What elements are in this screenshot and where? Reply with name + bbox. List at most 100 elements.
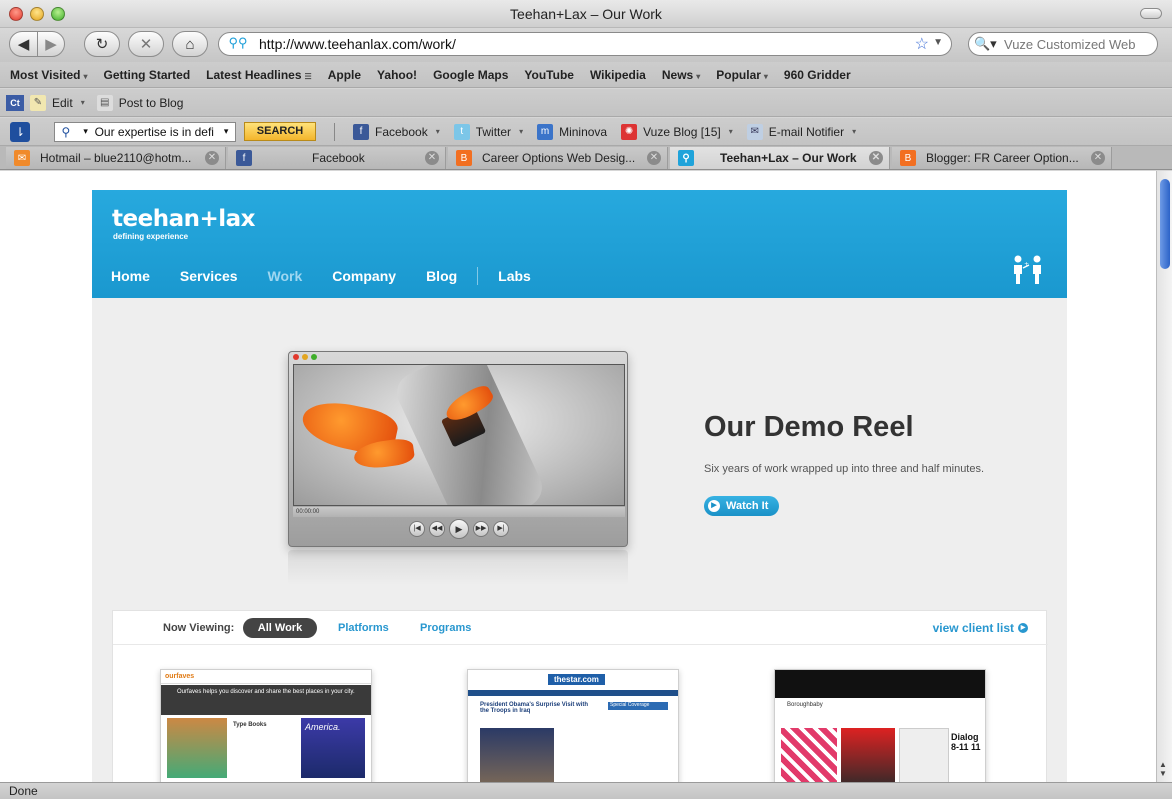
close-tab-icon[interactable]: ✕ [869,151,883,165]
vertical-scrollbar[interactable]: ▲ ▼ [1156,171,1172,782]
twitter-icon: t [453,123,470,140]
bookmark-getting-started[interactable]: Getting Started [103,68,190,82]
vuze-search-button[interactable]: SEARCH [244,122,316,141]
search-engine-dropdown-icon[interactable]: ▾ [77,126,95,137]
filter-platforms[interactable]: Platforms [338,622,389,634]
work-panel: Now Viewing: All Work Platforms Programs… [112,610,1048,782]
toolbar-mininova-button[interactable]: m Mininova [537,123,607,140]
home-button[interactable]: ⌂ [172,31,208,57]
back-button[interactable]: ◀ [9,31,38,57]
video-frame[interactable] [293,364,625,506]
tab-bar: ✉ Hotmail – blue2110@hotm... ✕ f Faceboo… [0,146,1172,314]
skip-forward-icon[interactable]: ▶| [493,521,509,537]
bookmark-yahoo[interactable]: Yahoo! [377,68,417,82]
search-placeholder[interactable]: Vuze Customized Web [1004,37,1136,52]
thumb-masthead: thestar.com [468,670,678,690]
vuze-search-value[interactable]: Our expertise is in defi [95,125,218,139]
close-tab-icon[interactable]: ✕ [1091,151,1105,165]
vuze-logo-icon[interactable]: ⇂ [10,121,30,142]
toolbar-facebook-button[interactable]: f Facebook ▾ [353,123,440,140]
bookmark-star-icon[interactable]: ☆ [915,34,929,54]
stop-button[interactable]: ✕ [128,31,164,57]
reload-icon: ↻ [95,36,109,53]
search-history-dropdown-icon[interactable]: ▾ [217,126,235,137]
work-thumbnail-boroughbaby[interactable]: Boroughbaby Dialog 8-11 11 [774,669,986,782]
toolbar-toggle-button[interactable] [1140,8,1162,19]
scroll-arrows-icon[interactable]: ▲ ▼ [1159,760,1167,778]
play-circle-icon: ▶ [708,500,720,512]
ct-icon[interactable]: Ct [6,94,24,111]
dropdown-icon: ▾ [519,127,524,136]
bookmark-960-gridder[interactable]: 960 Gridder [784,68,851,82]
toolbar-email-notifier-button[interactable]: ✉ E-mail Notifier ▾ [746,123,856,140]
toolbar-item-label: Facebook [375,124,428,139]
work-thumbnail-ourfaves[interactable]: ourfaves Ourfaves helps you discover and… [160,669,372,782]
site-logo[interactable]: teehan+lax [112,206,255,232]
toolbar-vuze-blog-button[interactable]: ✺ Vuze Blog [15] ▾ [621,123,733,140]
bookmark-apple[interactable]: Apple [328,68,361,82]
thumb-header [775,670,985,698]
bookmark-most-visited[interactable]: Most Visited ▾ [10,68,87,82]
toolbar-item-label: Vuze Blog [15] [643,124,721,139]
tab-teehanlax[interactable]: ⚲ Teehan+Lax – Our Work ✕ [670,147,890,169]
nav-home[interactable]: Home [111,268,150,284]
reload-button[interactable]: ↻ [84,31,120,57]
thumb-photo [480,728,554,782]
tab-career-options[interactable]: B Career Options Web Desig... ✕ [448,147,668,169]
fast-forward-icon[interactable]: ▶▶ [473,521,489,537]
nav-labs[interactable]: Labs [498,268,531,284]
toolbar-twitter-button[interactable]: t Twitter ▾ [453,123,524,140]
site-container: teehan+lax defining experience Home Serv… [92,190,1067,782]
filter-all-work[interactable]: All Work [243,618,317,638]
watch-it-button[interactable]: ▶ Watch It [704,496,779,516]
filter-programs[interactable]: Programs [420,622,471,634]
url-text[interactable]: http://www.teehanlax.com/work/ [259,36,456,52]
status-bar: Done [0,782,1172,799]
play-icon[interactable]: ▶ [449,519,469,539]
bookmark-popular[interactable]: Popular ▾ [716,68,768,82]
edit-button[interactable]: ✎ Edit ▾ [30,94,85,111]
close-tab-icon[interactable]: ✕ [425,151,439,165]
nav-blog[interactable]: Blog [426,268,457,284]
post-to-blog-button[interactable]: ▤ Post to Blog [96,94,183,111]
rss-icon: ☰ [304,71,312,81]
search-engine-icon[interactable]: 🔍▾ [974,36,1004,52]
bookmark-google-maps[interactable]: Google Maps [433,68,508,82]
work-thumbnail-thestar[interactable]: thestar.com President Obama's Surprise V… [467,669,679,782]
view-client-list-link[interactable]: view client list ▶ [933,621,1028,635]
nav-company[interactable]: Company [332,268,396,284]
demo-reel-player[interactable]: 00:00:00 |◀ ◀◀ ▶ ▶▶ ▶| [288,351,628,547]
search-box[interactable]: 🔍▾ Vuze Customized Web [968,32,1158,56]
skip-back-icon[interactable]: |◀ [409,521,425,537]
bookmark-label: Popular [716,67,761,82]
nav-services[interactable]: Services [180,268,238,284]
bookmark-youtube[interactable]: YouTube [524,68,574,82]
thumb-poster-text: Dialog 8-11 11 [951,732,981,752]
bookmark-news[interactable]: News ▾ [662,68,700,82]
video-timeline[interactable]: 00:00:00 [293,507,625,517]
tab-label: Blogger: FR Career Option... [926,151,1079,165]
tab-blogger[interactable]: B Blogger: FR Career Option... ✕ [892,147,1112,169]
bookmark-wikipedia[interactable]: Wikipedia [590,68,646,82]
tab-hotmail[interactable]: ✉ Hotmail – blue2110@hotm... ✕ [6,147,226,169]
close-tab-icon[interactable]: ✕ [647,151,661,165]
thumb-nav [468,690,678,696]
dropdown-icon: ▾ [728,127,733,136]
demo-reel-title: Our Demo Reel [704,411,914,443]
tab-facebook[interactable]: f Facebook ✕ [228,147,446,169]
vuze-search-field[interactable]: ⚲ ▾ Our expertise is in defi ▾ [54,121,236,142]
client-list-label: view client list [932,621,1014,635]
nav-work[interactable]: Work [268,268,303,284]
rewind-icon[interactable]: ◀◀ [429,521,445,537]
close-tab-icon[interactable]: ✕ [205,151,219,165]
bookmark-latest-headlines[interactable]: Latest Headlines ☰ [206,68,312,82]
address-bar[interactable]: ⚲⚲ http://www.teehanlax.com/work/ ☆ ▼ [218,32,952,56]
navigation-toolbar: ◀ ▶ ↻ ✕ ⌂ ⚲⚲ http://www.teehanlax.com/wo… [0,28,1172,62]
history-dropdown-icon[interactable]: ▼ [933,37,943,48]
forward-button[interactable]: ▶ [37,31,65,57]
scrollbar-thumb[interactable] [1160,179,1170,269]
dropdown-icon: ▾ [83,71,88,81]
dropdown-icon: ▾ [763,71,768,81]
bookmark-label: Latest Headlines [206,67,302,82]
window-title: Teehan+Lax – Our Work [510,6,662,22]
